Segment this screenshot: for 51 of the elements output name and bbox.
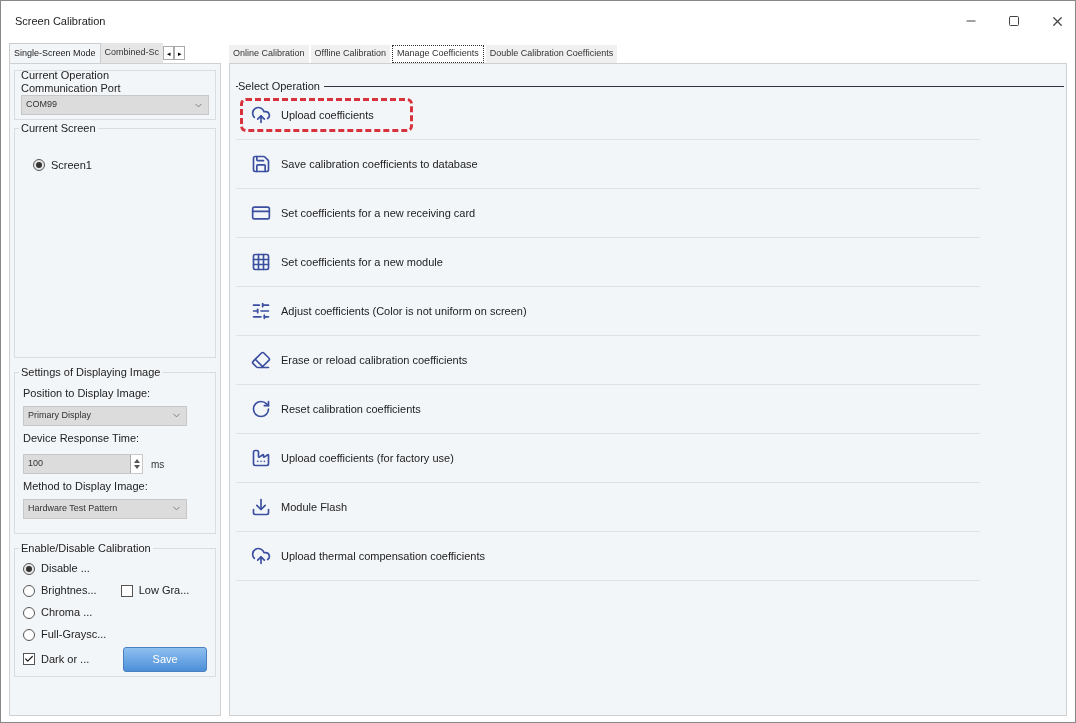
grid-icon bbox=[251, 252, 271, 272]
checkbox[interactable]: Low Gra... bbox=[120, 580, 190, 601]
radio-option[interactable]: Chroma ... bbox=[23, 602, 207, 623]
operation-item[interactable]: Upload coefficients (for factory use) bbox=[240, 441, 493, 475]
operation-item[interactable]: Upload coefficients bbox=[240, 98, 413, 132]
tab[interactable]: Offline Calibration bbox=[310, 45, 390, 63]
tab[interactable]: Manage Coefficients bbox=[391, 45, 484, 63]
operation-item[interactable]: Erase or reload calibration coefficients bbox=[240, 343, 507, 377]
cloud-upload-icon bbox=[251, 105, 271, 125]
tab[interactable]: Double Calibration Coefficients bbox=[485, 45, 618, 63]
field-label: Device Response Time: bbox=[23, 430, 141, 446]
factory-icon bbox=[251, 448, 271, 468]
dropdown[interactable]: Hardware Test Pattern bbox=[23, 498, 187, 519]
maximize-icon[interactable] bbox=[1008, 15, 1020, 27]
eraser-icon bbox=[251, 350, 271, 370]
checkbox-square[interactable] bbox=[120, 584, 133, 597]
window-title: Screen Calibration bbox=[15, 13, 106, 29]
radio-option[interactable]: Brightnes... bbox=[23, 580, 97, 601]
operation-item[interactable]: Reset calibration coefficients bbox=[240, 392, 460, 426]
refresh-icon bbox=[251, 399, 271, 419]
radio-option[interactable]: Screen1 bbox=[33, 155, 215, 175]
operation-item[interactable]: Save calibration coefficients to database bbox=[240, 147, 517, 181]
radio-circle[interactable] bbox=[23, 562, 35, 575]
tab[interactable]: Single-Screen Mode bbox=[9, 43, 101, 63]
radio-option[interactable]: Full-Graysc... bbox=[23, 624, 207, 645]
dropdown[interactable]: COM99 bbox=[21, 95, 209, 115]
card-icon bbox=[251, 203, 271, 223]
checkbox-square[interactable] bbox=[23, 653, 35, 665]
spin-box[interactable]: 100 bbox=[23, 454, 143, 474]
cloud-upload-icon bbox=[251, 546, 271, 566]
operation-item[interactable]: Set coefficients for a new module bbox=[240, 245, 482, 279]
field-label: Position to Display Image: bbox=[23, 386, 152, 401]
operation-item[interactable]: Adjust coefficients (Color is not uniform on screen) bbox=[240, 294, 566, 328]
dropdown[interactable]: Primary Display bbox=[23, 405, 187, 426]
sliders-icon bbox=[251, 301, 271, 321]
operation-item[interactable]: Set coefficients for a new receiving card bbox=[240, 196, 515, 230]
check-icon bbox=[24, 654, 34, 664]
download-icon bbox=[251, 497, 271, 517]
tab[interactable]: Online Calibration bbox=[229, 45, 309, 63]
save-icon bbox=[251, 154, 271, 174]
field-label: Communication Port bbox=[21, 82, 122, 95]
checkbox[interactable]: Dark or ... bbox=[23, 649, 90, 669]
operation-item[interactable]: Module Flash bbox=[240, 490, 387, 524]
group-title: Current Operation bbox=[21, 69, 111, 82]
unit-label: ms bbox=[151, 457, 165, 472]
spinner-arrows-icon[interactable] bbox=[130, 455, 142, 473]
radio-option[interactable]: Disable ... bbox=[23, 558, 207, 579]
operation-item[interactable]: Upload thermal compensation coefficients bbox=[240, 539, 525, 573]
field-label: Method to Display Image: bbox=[23, 479, 149, 494]
tab[interactable]: Combined-Sc bbox=[100, 43, 164, 63]
radio-circle[interactable] bbox=[33, 159, 45, 171]
